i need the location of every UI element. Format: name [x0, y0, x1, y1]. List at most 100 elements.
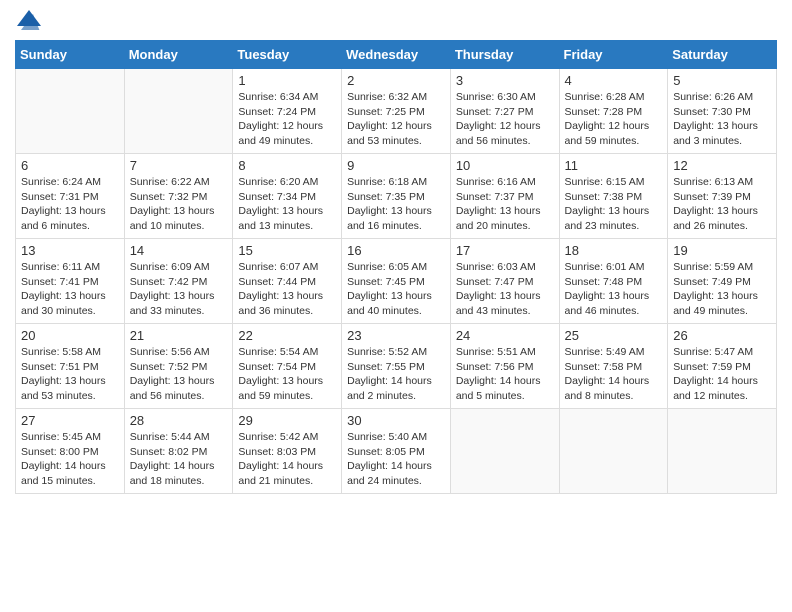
day-number: 19	[673, 243, 771, 258]
day-info: Sunrise: 5:56 AM Sunset: 7:52 PM Dayligh…	[130, 345, 228, 404]
day-info: Sunrise: 6:03 AM Sunset: 7:47 PM Dayligh…	[456, 260, 554, 319]
day-number: 1	[238, 73, 336, 88]
day-info: Sunrise: 6:07 AM Sunset: 7:44 PM Dayligh…	[238, 260, 336, 319]
day-info: Sunrise: 6:16 AM Sunset: 7:37 PM Dayligh…	[456, 175, 554, 234]
day-number: 7	[130, 158, 228, 173]
calendar-cell: 1 Sunrise: 6:34 AM Sunset: 7:24 PM Daylig…	[233, 69, 342, 154]
calendar-cell: 29 Sunrise: 5:42 AM Sunset: 8:03 PM Dayli…	[233, 409, 342, 494]
day-info: Sunrise: 5:59 AM Sunset: 7:49 PM Dayligh…	[673, 260, 771, 319]
day-number: 18	[565, 243, 663, 258]
calendar-cell: 30Sunrise: 5:40 AM Sunset: 8:05 PM Dayli…	[342, 409, 451, 494]
day-info: Sunrise: 6:32 AM Sunset: 7:25 PM Dayligh…	[347, 90, 445, 149]
logo-icon	[17, 10, 41, 30]
day-info: Sunrise: 5:51 AM Sunset: 7:56 PM Dayligh…	[456, 345, 554, 404]
calendar-cell: 11Sunrise: 6:15 AM Sunset: 7:38 PM Dayli…	[559, 154, 668, 239]
page-header	[15, 10, 777, 30]
day-number: 13	[21, 243, 119, 258]
day-info: Sunrise: 5:52 AM Sunset: 7:55 PM Dayligh…	[347, 345, 445, 404]
day-info: Sunrise: 6:30 AM Sunset: 7:27 PM Dayligh…	[456, 90, 554, 149]
calendar-header-row: SundayMondayTuesdayWednesdayThursdayFrid…	[16, 41, 777, 69]
day-info: Sunrise: 6:15 AM Sunset: 7:38 PM Dayligh…	[565, 175, 663, 234]
calendar-week-row: 20 Sunrise: 5:58 AM Sunset: 7:51 PM Dayli…	[16, 324, 777, 409]
day-number: 2	[347, 73, 445, 88]
day-number: 29	[238, 413, 336, 428]
day-number: 14	[130, 243, 228, 258]
calendar-week-row: 1 Sunrise: 6:34 AM Sunset: 7:24 PM Daylig…	[16, 69, 777, 154]
calendar-cell: 7Sunrise: 6:22 AM Sunset: 7:32 PM Daylig…	[124, 154, 233, 239]
day-number: 5	[673, 73, 771, 88]
day-info: Sunrise: 6:09 AM Sunset: 7:42 PM Dayligh…	[130, 260, 228, 319]
day-info: Sunrise: 5:42 AM Sunset: 8:03 PM Dayligh…	[238, 430, 336, 489]
day-info: Sunrise: 5:47 AM Sunset: 7:59 PM Dayligh…	[673, 345, 771, 404]
calendar-cell: 9 Sunrise: 6:18 AM Sunset: 7:35 PM Daylig…	[342, 154, 451, 239]
calendar-week-row: 13 Sunrise: 6:11 AM Sunset: 7:41 PM Dayli…	[16, 239, 777, 324]
day-number: 21	[130, 328, 228, 343]
weekday-header: Saturday	[668, 41, 777, 69]
day-info: Sunrise: 6:20 AM Sunset: 7:34 PM Dayligh…	[238, 175, 336, 234]
calendar-cell: 14 Sunrise: 6:09 AM Sunset: 7:42 PM Dayli…	[124, 239, 233, 324]
day-info: Sunrise: 6:34 AM Sunset: 7:24 PM Dayligh…	[238, 90, 336, 149]
day-number: 25	[565, 328, 663, 343]
day-number: 23	[347, 328, 445, 343]
day-number: 4	[565, 73, 663, 88]
calendar-cell: 25 Sunrise: 5:49 AM Sunset: 7:58 PM Dayli…	[559, 324, 668, 409]
calendar-cell: 10Sunrise: 6:16 AM Sunset: 7:37 PM Dayli…	[450, 154, 559, 239]
day-info: Sunrise: 5:40 AM Sunset: 8:05 PM Dayligh…	[347, 430, 445, 489]
calendar-cell: 23 Sunrise: 5:52 AM Sunset: 7:55 PM Dayli…	[342, 324, 451, 409]
calendar-cell: 16 Sunrise: 6:05 AM Sunset: 7:45 PM Dayli…	[342, 239, 451, 324]
calendar-cell: 24 Sunrise: 5:51 AM Sunset: 7:56 PM Dayli…	[450, 324, 559, 409]
calendar-week-row: 6 Sunrise: 6:24 AM Sunset: 7:31 PM Daylig…	[16, 154, 777, 239]
day-info: Sunrise: 6:18 AM Sunset: 7:35 PM Dayligh…	[347, 175, 445, 234]
day-number: 9	[347, 158, 445, 173]
calendar-cell: 18 Sunrise: 6:01 AM Sunset: 7:48 PM Dayli…	[559, 239, 668, 324]
calendar-cell: 21 Sunrise: 5:56 AM Sunset: 7:52 PM Dayli…	[124, 324, 233, 409]
day-number: 6	[21, 158, 119, 173]
day-info: Sunrise: 5:49 AM Sunset: 7:58 PM Dayligh…	[565, 345, 663, 404]
calendar-cell: 28 Sunrise: 5:44 AM Sunset: 8:02 PM Dayli…	[124, 409, 233, 494]
day-info: Sunrise: 5:45 AM Sunset: 8:00 PM Dayligh…	[21, 430, 119, 489]
calendar-table: SundayMondayTuesdayWednesdayThursdayFrid…	[15, 40, 777, 494]
calendar-cell: 15 Sunrise: 6:07 AM Sunset: 7:44 PM Dayli…	[233, 239, 342, 324]
calendar-cell: 6 Sunrise: 6:24 AM Sunset: 7:31 PM Daylig…	[16, 154, 125, 239]
weekday-header: Friday	[559, 41, 668, 69]
day-number: 26	[673, 328, 771, 343]
day-info: Sunrise: 6:13 AM Sunset: 7:39 PM Dayligh…	[673, 175, 771, 234]
calendar-cell: 4 Sunrise: 6:28 AM Sunset: 7:28 PM Daylig…	[559, 69, 668, 154]
day-number: 12	[673, 158, 771, 173]
day-info: Sunrise: 6:24 AM Sunset: 7:31 PM Dayligh…	[21, 175, 119, 234]
calendar-cell	[124, 69, 233, 154]
day-number: 28	[130, 413, 228, 428]
calendar-cell: 20 Sunrise: 5:58 AM Sunset: 7:51 PM Dayli…	[16, 324, 125, 409]
day-info: Sunrise: 5:54 AM Sunset: 7:54 PM Dayligh…	[238, 345, 336, 404]
calendar-cell: 17Sunrise: 6:03 AM Sunset: 7:47 PM Dayli…	[450, 239, 559, 324]
page-container: SundayMondayTuesdayWednesdayThursdayFrid…	[0, 0, 792, 504]
calendar-week-row: 27Sunrise: 5:45 AM Sunset: 8:00 PM Dayli…	[16, 409, 777, 494]
day-info: Sunrise: 6:26 AM Sunset: 7:30 PM Dayligh…	[673, 90, 771, 149]
calendar-cell	[559, 409, 668, 494]
calendar-cell: 19 Sunrise: 5:59 AM Sunset: 7:49 PM Dayli…	[668, 239, 777, 324]
day-number: 15	[238, 243, 336, 258]
calendar-cell: 3 Sunrise: 6:30 AM Sunset: 7:27 PM Daylig…	[450, 69, 559, 154]
day-number: 24	[456, 328, 554, 343]
day-info: Sunrise: 6:11 AM Sunset: 7:41 PM Dayligh…	[21, 260, 119, 319]
day-info: Sunrise: 6:05 AM Sunset: 7:45 PM Dayligh…	[347, 260, 445, 319]
calendar-cell: 22 Sunrise: 5:54 AM Sunset: 7:54 PM Dayli…	[233, 324, 342, 409]
weekday-header: Sunday	[16, 41, 125, 69]
day-number: 8	[238, 158, 336, 173]
day-info: Sunrise: 5:58 AM Sunset: 7:51 PM Dayligh…	[21, 345, 119, 404]
day-number: 22	[238, 328, 336, 343]
calendar-cell: 12 Sunrise: 6:13 AM Sunset: 7:39 PM Dayli…	[668, 154, 777, 239]
day-number: 3	[456, 73, 554, 88]
weekday-header: Wednesday	[342, 41, 451, 69]
calendar-cell	[668, 409, 777, 494]
calendar-cell: 13 Sunrise: 6:11 AM Sunset: 7:41 PM Dayli…	[16, 239, 125, 324]
day-info: Sunrise: 6:01 AM Sunset: 7:48 PM Dayligh…	[565, 260, 663, 319]
calendar-cell: 2 Sunrise: 6:32 AM Sunset: 7:25 PM Daylig…	[342, 69, 451, 154]
day-info: Sunrise: 6:28 AM Sunset: 7:28 PM Dayligh…	[565, 90, 663, 149]
weekday-header: Tuesday	[233, 41, 342, 69]
day-number: 16	[347, 243, 445, 258]
day-number: 20	[21, 328, 119, 343]
day-info: Sunrise: 5:44 AM Sunset: 8:02 PM Dayligh…	[130, 430, 228, 489]
weekday-header: Monday	[124, 41, 233, 69]
calendar-cell: 8 Sunrise: 6:20 AM Sunset: 7:34 PM Daylig…	[233, 154, 342, 239]
